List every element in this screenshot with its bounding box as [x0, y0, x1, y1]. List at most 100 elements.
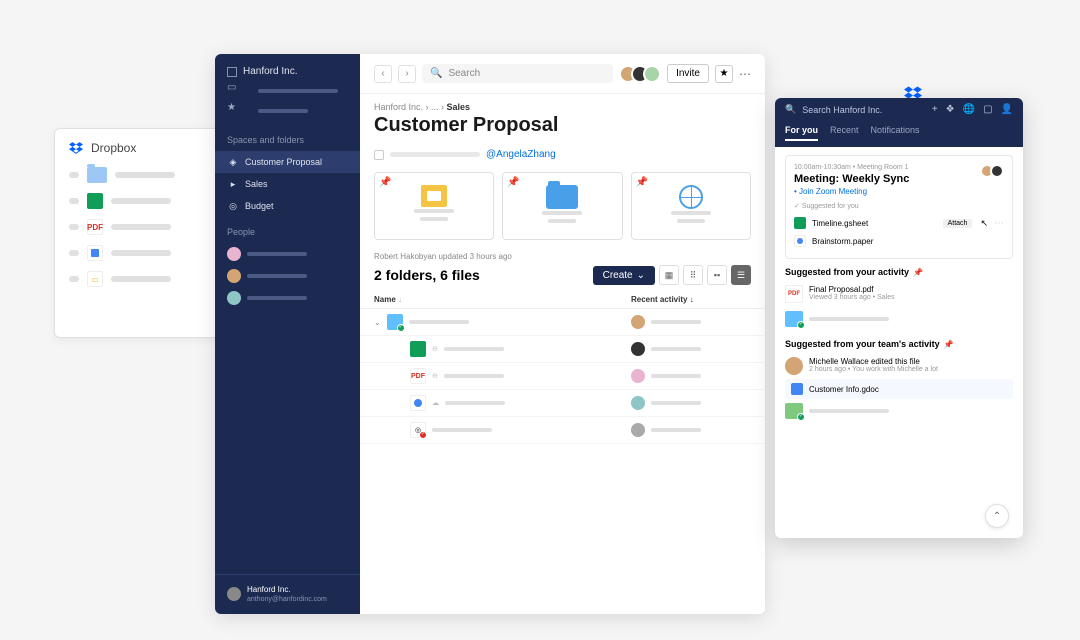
- meeting-card: 10:00am-10:30am • Meeting Room 1 Meeting…: [785, 155, 1013, 259]
- content-area: ‹ › 🔍 Search Invite ★ ⋯ Hanford Inc. › .…: [360, 54, 765, 614]
- pin-icon[interactable]: 📌: [944, 340, 954, 349]
- folder-icon: [87, 167, 107, 183]
- folder-icon[interactable]: ▢: [983, 104, 992, 115]
- gsheet-icon: [87, 193, 103, 209]
- back-button[interactable]: ‹: [374, 65, 392, 83]
- suggested-file[interactable]: Timeline.gsheet Attach ↖ ⋯: [794, 214, 1004, 232]
- folder-icon: [785, 311, 803, 327]
- suggested-file[interactable]: Brainstorm.paper: [794, 232, 1004, 250]
- sidebar-person[interactable]: [215, 243, 360, 265]
- sidebar-item-budget[interactable]: ◎ Budget: [215, 195, 360, 217]
- sidebar-nav-item[interactable]: ▭: [227, 77, 348, 97]
- page-title: Customer Proposal: [360, 114, 765, 145]
- tab-for-you[interactable]: For you: [785, 125, 818, 141]
- avatar: [227, 269, 241, 283]
- scroll-up-button[interactable]: ⌃: [985, 504, 1009, 528]
- gslides-icon: [421, 185, 447, 207]
- table-row[interactable]: ⊖: [360, 336, 765, 363]
- globe-icon[interactable]: 🌐: [963, 104, 975, 115]
- sidebar-person[interactable]: [215, 287, 360, 309]
- pin-icon: 📌: [507, 177, 519, 188]
- avatar: [227, 247, 241, 261]
- col-activity[interactable]: Recent activity ↓: [631, 295, 751, 304]
- budget-icon: ◎: [227, 200, 239, 212]
- team-file[interactable]: Customer Info.gdoc: [785, 379, 1013, 399]
- invite-button[interactable]: Invite: [667, 64, 709, 83]
- chevron-down-icon[interactable]: ⌄: [374, 318, 381, 327]
- tab-notifications[interactable]: Notifications: [871, 125, 920, 141]
- folder-summary: 2 folders, 6 files: [374, 267, 480, 283]
- sidebar-person[interactable]: [215, 265, 360, 287]
- avatar: [227, 291, 241, 305]
- gsheet-icon: [410, 341, 426, 357]
- globe-icon: [679, 185, 703, 209]
- checkbox[interactable]: [374, 150, 384, 160]
- view-card-button[interactable]: ▦: [659, 265, 679, 285]
- plus-icon[interactable]: +: [932, 104, 938, 115]
- cursor-icon: ↖: [980, 218, 988, 229]
- view-large-button[interactable]: ▪▪: [707, 265, 727, 285]
- section-activity: Suggested from your activity 📌: [785, 267, 1013, 277]
- pdf-icon: PDF: [785, 285, 803, 303]
- star-button[interactable]: ★: [715, 65, 733, 83]
- table-row[interactable]: ◎: [360, 417, 765, 444]
- activity-item[interactable]: PDF Final Proposal.pdfViewed 3 hours ago…: [785, 281, 1013, 307]
- forward-button[interactable]: ›: [398, 65, 416, 83]
- pdf-icon: PDF: [87, 219, 103, 235]
- avatar: [631, 423, 645, 437]
- create-button[interactable]: Create⌄: [593, 266, 655, 285]
- mention[interactable]: @AngelaZhang: [486, 149, 556, 160]
- main-window: Hanford Inc. ▭ ★ Spaces and folders ◈ Cu…: [215, 54, 765, 614]
- org-name[interactable]: Hanford Inc.: [227, 66, 348, 77]
- col-name[interactable]: Name ↓: [374, 295, 631, 304]
- user-icon[interactable]: 👤: [1001, 104, 1013, 115]
- member-avatars[interactable]: [619, 65, 661, 83]
- chevron-down-icon: ⌄: [637, 270, 645, 281]
- attach-button[interactable]: Attach: [943, 219, 973, 228]
- table-row[interactable]: ⌄: [360, 309, 765, 336]
- avatar: [631, 342, 645, 356]
- more-button[interactable]: ⋯: [739, 67, 751, 81]
- avatar: [785, 357, 803, 375]
- view-list-button[interactable]: ☰: [731, 265, 751, 285]
- tab-recent[interactable]: Recent: [830, 125, 859, 141]
- join-meeting-link[interactable]: • Join Zoom Meeting: [794, 187, 909, 196]
- pin-icon: 📌: [379, 177, 391, 188]
- pinned-card[interactable]: 📌: [502, 172, 622, 240]
- sidebar-item-sales[interactable]: ▸ Sales: [215, 173, 360, 195]
- pinned-items: 📌 📌 📌: [360, 168, 765, 250]
- activity-item[interactable]: [785, 307, 1013, 331]
- search-input[interactable]: 🔍 Search: [422, 64, 613, 83]
- pin-icon[interactable]: 📌: [913, 268, 923, 277]
- team-activity-item[interactable]: Michelle Wallace edited this file2 hours…: [785, 353, 1013, 379]
- pinned-card[interactable]: 📌: [631, 172, 751, 240]
- meeting-title: Meeting: Weekly Sync: [794, 173, 909, 185]
- topbar: ‹ › 🔍 Search Invite ★ ⋯: [360, 54, 765, 94]
- paper-icon: [794, 235, 806, 247]
- suggest-label: ✓ Suggested for you: [794, 202, 1004, 210]
- folder-icon: [546, 185, 578, 209]
- meeting-time: 10:00am-10:30am • Meeting Room 1: [794, 164, 909, 171]
- breadcrumb[interactable]: Hanford Inc. › ... › Sales: [360, 94, 765, 114]
- layers-icon[interactable]: ❖: [946, 104, 955, 115]
- table-row[interactable]: ☁: [360, 390, 765, 417]
- pinned-card[interactable]: 📌: [374, 172, 494, 240]
- pdf-icon: PDF: [410, 368, 426, 384]
- sidebar-nav-item[interactable]: ★: [227, 97, 348, 117]
- dropbox-icon: [69, 141, 83, 155]
- task-row[interactable]: @AngelaZhang: [360, 145, 765, 168]
- sidebar-footer[interactable]: Hanford Inc. anthony@hanfordinc.com: [215, 574, 360, 614]
- sidebar: Hanford Inc. ▭ ★ Spaces and folders ◈ Cu…: [215, 54, 360, 614]
- avatar: [631, 369, 645, 383]
- sidebar-section-spaces: Spaces and folders: [215, 125, 360, 151]
- team-activity-item[interactable]: [785, 399, 1013, 423]
- view-grid-button[interactable]: ⠿: [683, 265, 703, 285]
- gsheet-icon: [794, 217, 806, 229]
- folder-icon: [387, 314, 403, 330]
- section-team-activity: Suggested from your team's activity 📌: [785, 339, 1013, 349]
- more-icon[interactable]: ⋯: [994, 218, 1004, 229]
- sidebar-item-customer-proposal[interactable]: ◈ Customer Proposal: [215, 151, 360, 173]
- panel-search[interactable]: 🔍 Search Hanford Inc. + ❖ 🌐 ▢ 👤: [775, 98, 1023, 121]
- table-row[interactable]: PDF⊖: [360, 363, 765, 390]
- paper-icon: [87, 245, 103, 261]
